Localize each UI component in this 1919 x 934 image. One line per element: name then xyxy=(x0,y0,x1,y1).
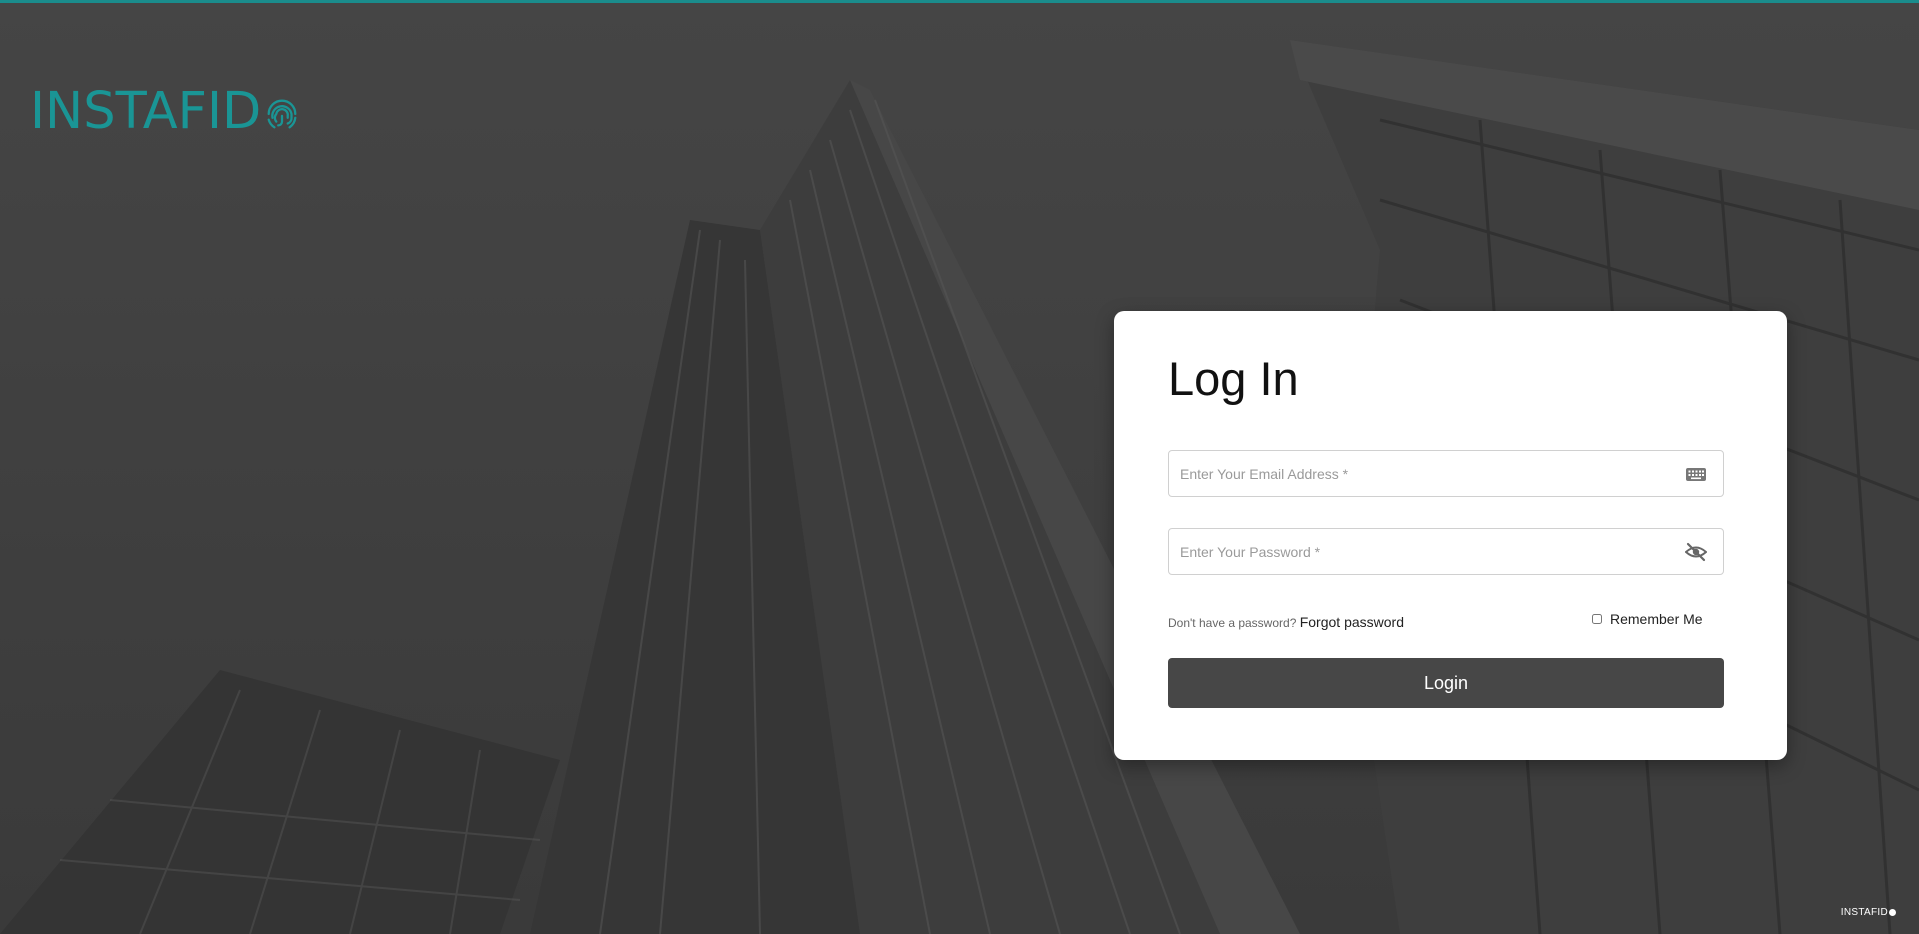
remember-me-option[interactable]: Remember Me xyxy=(1592,611,1703,627)
email-field-container xyxy=(1168,450,1724,497)
footer-brand-logo: INSTAFID xyxy=(1841,907,1896,918)
eye-off-icon[interactable] xyxy=(1685,542,1707,562)
email-input[interactable] xyxy=(1169,451,1669,496)
fingerprint-icon xyxy=(267,99,297,129)
forgot-password-link[interactable]: Forgot password xyxy=(1300,614,1404,630)
page-title: Log In xyxy=(1168,352,1299,405)
login-page: INSTAFID Log In Enter Your Email Address… xyxy=(0,0,1919,934)
footer-logo-dot-icon xyxy=(1889,909,1896,916)
brand-logo-text: INSTAFID xyxy=(30,82,262,141)
keyboard-icon[interactable] xyxy=(1685,464,1707,484)
no-password-text: Don't have a password? xyxy=(1168,616,1297,630)
brand-logo: INSTAFID xyxy=(30,86,301,138)
remember-me-checkbox[interactable] xyxy=(1592,614,1602,624)
password-input[interactable] xyxy=(1169,529,1669,574)
login-button[interactable]: Login xyxy=(1168,658,1724,708)
remember-me-label: Remember Me xyxy=(1610,611,1703,627)
login-card: Log In Enter Your Email Address * Don't … xyxy=(1114,311,1787,760)
footer-logo-text: INSTAFID xyxy=(1840,907,1888,918)
forgot-password-row: Don't have a password? Forgot password xyxy=(1168,614,1404,630)
top-accent-bar xyxy=(0,0,1919,3)
password-field-container xyxy=(1168,528,1724,575)
